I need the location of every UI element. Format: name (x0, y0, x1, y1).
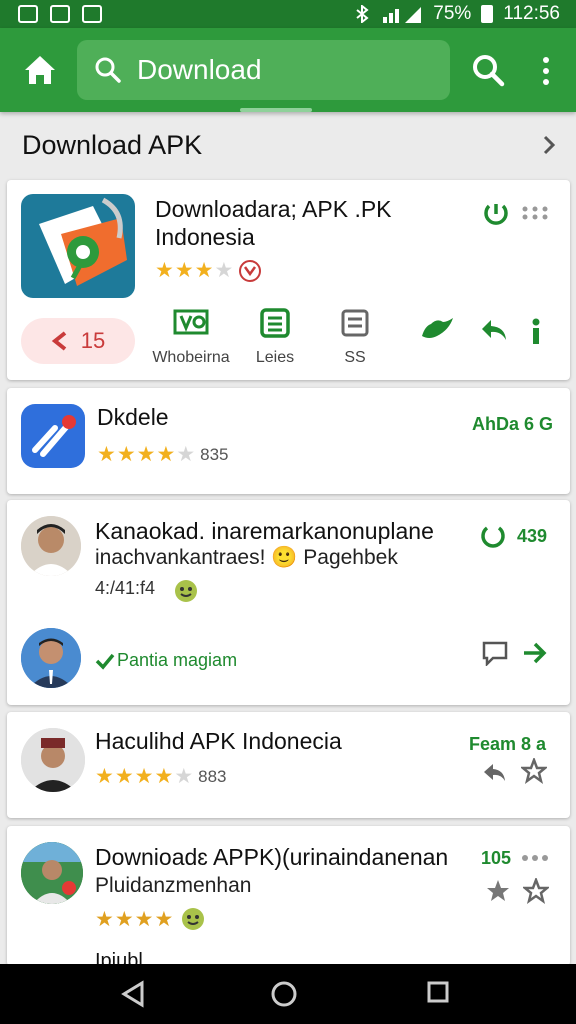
media-icon (173, 309, 209, 335)
star-rating: ★★★★ ★ 835 (97, 443, 229, 466)
system-nav-bar (0, 964, 576, 1024)
check-icon (95, 653, 115, 670)
search-box[interactable]: Download (77, 40, 450, 100)
bird-share-icon[interactable] (419, 314, 457, 346)
app-icon (21, 404, 85, 468)
search-button[interactable] (470, 52, 506, 88)
battery-icon (481, 5, 494, 23)
signal-icon (383, 7, 422, 23)
avatar (21, 842, 83, 904)
clock: 112:56 (503, 3, 560, 24)
reply-icon[interactable] (479, 316, 509, 344)
bluetooth-icon (356, 5, 369, 23)
app-card[interactable]: Dkdele ★★★★ ★ 835 AhDa 6 G (7, 388, 570, 494)
pill-count: 15 (80, 328, 106, 353)
rating-count: 883 (198, 766, 227, 786)
action-notes[interactable]: SS (315, 308, 395, 367)
share-icon[interactable] (481, 760, 507, 784)
app-tag: AhDa 6 G (472, 414, 554, 434)
overflow-menu-icon[interactable] (540, 56, 552, 86)
home-nav-icon[interactable] (270, 980, 298, 1008)
app-card[interactable]: Haculihd APK Indonecia ★★★★ ★ 883 Feam 8 a (7, 712, 570, 818)
app-tag: Feam 8 a (469, 734, 547, 754)
avatar (21, 728, 85, 792)
reply-text: Pantia magiam (117, 650, 238, 670)
back-count-pill[interactable]: 15 (21, 318, 135, 364)
rating-count: 835 (200, 444, 229, 464)
app-icon (21, 194, 135, 298)
app-card[interactable]: Downioadɛ APPK)(urinaindanenan Pluidanzm… (7, 826, 570, 972)
emoji-icon (182, 908, 205, 930)
post-author: Kanaokad. inaremarkanonuplane (95, 518, 434, 544)
post-card[interactable]: Kanaokad. inaremarkanonuplane inachvanka… (7, 500, 570, 705)
refresh-icon[interactable] (479, 522, 507, 550)
recents-nav-icon[interactable] (426, 980, 450, 1004)
avatar (21, 628, 81, 688)
forward-arrow-icon[interactable] (521, 640, 549, 666)
star-rating: ★★★★ (95, 906, 206, 932)
status-bar: 75% 112:56 (0, 0, 576, 28)
update-icon[interactable] (481, 198, 511, 228)
list-icon (260, 308, 290, 338)
badge-icon (239, 259, 262, 282)
more-icon[interactable] (521, 854, 549, 862)
featured-app-card[interactable]: Downloadara; APK .PK Indonesia ★★★ ★ 15 W… (7, 180, 570, 380)
action-label: SS (344, 349, 366, 366)
star-outline-icon[interactable] (521, 758, 547, 784)
app-name-line2: Indonesia (155, 224, 255, 250)
info-icon[interactable] (531, 318, 541, 344)
app-name: Downioadɛ APPK)(urinaindanenan (95, 844, 449, 870)
more-icon[interactable] (521, 206, 549, 220)
notes-icon (341, 309, 369, 337)
post-meta: 4:/41:f4 (95, 578, 156, 598)
notification-icon (18, 5, 38, 23)
back-nav-icon[interactable] (120, 980, 146, 1008)
app-subtitle: Pluidanzmenhan (95, 874, 252, 897)
battery-percent: 75% (433, 3, 472, 24)
action-media[interactable]: Whobeirna (151, 308, 231, 367)
chevron-right-icon[interactable] (542, 134, 556, 156)
post-text: inachvankantraes! 🙂 Pagehbek (95, 546, 398, 569)
emoji-icon (175, 580, 197, 602)
post-count: 439 (517, 526, 548, 546)
star-rating: ★★★★ ★ 883 (95, 765, 227, 788)
star-outline-icon[interactable] (523, 878, 549, 904)
app-tag: 105 (481, 848, 512, 868)
section-header[interactable]: Download APK (0, 112, 576, 178)
action-label: Whobeirna (152, 349, 230, 366)
app-name: Haculihd APK Indonecia (95, 728, 342, 754)
notification-icon (50, 5, 70, 23)
section-title: Download APK (22, 129, 203, 160)
search-icon (95, 57, 121, 83)
image-notification-icon (82, 5, 102, 23)
home-icon[interactable] (20, 50, 60, 90)
comment-icon[interactable] (481, 640, 509, 666)
star-filled-icon[interactable] (485, 878, 511, 904)
app-name: Dkdele (97, 404, 169, 430)
search-text: Download (137, 54, 262, 85)
star-rating: ★★★★ (155, 258, 262, 283)
action-label: Leies (255, 349, 295, 366)
action-list[interactable]: Leies (235, 308, 315, 367)
app-bar: Download (0, 28, 576, 112)
chevron-left-icon (51, 331, 66, 351)
avatar (21, 516, 81, 576)
app-name: Downloadara; APK .PK (155, 196, 392, 222)
